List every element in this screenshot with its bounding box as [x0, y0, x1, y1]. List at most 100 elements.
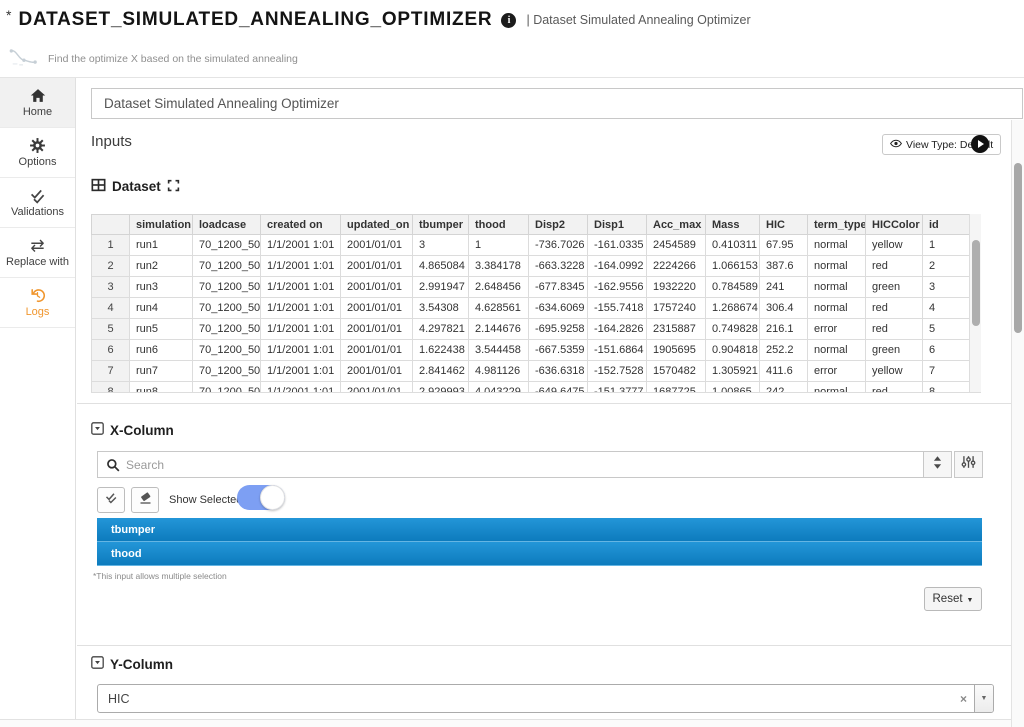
- table-cell: 2.929993: [413, 382, 469, 394]
- column-header[interactable]: HIC: [760, 215, 808, 235]
- table-cell: run5: [130, 319, 193, 340]
- collapse-caret-icon[interactable]: [91, 656, 104, 672]
- column-header[interactable]: Disp2: [529, 215, 588, 235]
- column-header[interactable]: Mass: [706, 215, 760, 235]
- table-cell: -695.9258: [529, 319, 588, 340]
- dataset-table: simulationloadcasecreated onupdated_ontb…: [91, 214, 970, 393]
- column-header[interactable]: id: [923, 215, 970, 235]
- column-header[interactable]: updated_on: [341, 215, 413, 235]
- table-cell: -151.6864: [588, 340, 647, 361]
- column-header[interactable]: thood: [469, 215, 529, 235]
- table-cell: 1687725: [647, 382, 706, 394]
- sidebar-item-logs[interactable]: Logs: [0, 278, 75, 328]
- table-row[interactable]: 3run370_1200_501/1/2001 1:012001/01/012.…: [92, 277, 970, 298]
- section-divider: [77, 403, 1011, 404]
- table-cell: 1/1/2001 1:01: [261, 340, 341, 361]
- sidebar-item-replace-with[interactable]: ⇄ Replace with: [0, 228, 75, 278]
- history-icon: [29, 287, 46, 304]
- table-cell: yellow: [866, 361, 923, 382]
- table-cell: 3.54308: [413, 298, 469, 319]
- table-row[interactable]: 8run870_1200_501/1/2001 1:012001/01/012.…: [92, 382, 970, 394]
- multi-selection-note: *This input allows multiple selection: [93, 571, 227, 581]
- description-row: Find the optimize X based on the simulat…: [9, 46, 298, 72]
- column-header[interactable]: HICColor: [866, 215, 923, 235]
- column-header[interactable]: Acc_max: [647, 215, 706, 235]
- page-scrollbar[interactable]: [1011, 120, 1024, 727]
- table-row[interactable]: 4run470_1200_501/1/2001 1:012001/01/013.…: [92, 298, 970, 319]
- column-header[interactable]: simulation: [130, 215, 193, 235]
- row-number-cell: 1: [92, 235, 130, 256]
- column-header[interactable]: Disp1: [588, 215, 647, 235]
- table-cell: 2001/01/01: [341, 277, 413, 298]
- table-cell: 70_1200_50: [193, 361, 261, 382]
- y-column-select[interactable]: HIC × ▼: [97, 684, 994, 713]
- table-cell: 2224266: [647, 256, 706, 277]
- column-header[interactable]: tbumper: [413, 215, 469, 235]
- table-cell: 387.6: [760, 256, 808, 277]
- table-cell: green: [866, 277, 923, 298]
- table-cell: -736.7026: [529, 235, 588, 256]
- table-cell: normal: [808, 382, 866, 394]
- x-column-section-title: X-Column: [110, 423, 174, 438]
- table-cell: 2001/01/01: [341, 382, 413, 394]
- sidebar-item-options[interactable]: Options: [0, 128, 75, 178]
- unsaved-asterisk: *: [6, 7, 11, 23]
- sort-button[interactable]: [923, 451, 952, 478]
- page-scrollbar-thumb[interactable]: [1014, 163, 1022, 333]
- column-header[interactable]: term_type: [808, 215, 866, 235]
- clear-x-icon[interactable]: ×: [953, 692, 974, 706]
- table-cell: 411.6: [760, 361, 808, 382]
- table-cell: 6: [923, 340, 970, 361]
- table-scrollbar[interactable]: [969, 214, 981, 392]
- column-header[interactable]: [92, 215, 130, 235]
- sidebar-item-validations[interactable]: Validations: [0, 178, 75, 228]
- table-row[interactable]: 7run770_1200_501/1/2001 1:012001/01/012.…: [92, 361, 970, 382]
- show-selected-label: Show Selected: [169, 494, 242, 506]
- gear-icon: [29, 137, 46, 154]
- table-cell: 0.410311: [706, 235, 760, 256]
- select-all-button[interactable]: [97, 487, 125, 513]
- table-row[interactable]: 5run570_1200_501/1/2001 1:012001/01/014.…: [92, 319, 970, 340]
- info-icon[interactable]: i: [501, 13, 516, 28]
- table-row[interactable]: 1run170_1200_501/1/2001 1:012001/01/0131…: [92, 235, 970, 256]
- expand-icon[interactable]: [167, 179, 180, 195]
- row-number-cell: 8: [92, 382, 130, 394]
- optimizer-name-field[interactable]: Dataset Simulated Annealing Optimizer: [91, 88, 1023, 119]
- selected-item-thood[interactable]: thood: [97, 542, 982, 566]
- collapse-caret-icon[interactable]: [91, 422, 104, 438]
- clear-selection-button[interactable]: [131, 487, 159, 513]
- search-icon: [106, 458, 120, 472]
- table-row[interactable]: 6run670_1200_501/1/2001 1:012001/01/011.…: [92, 340, 970, 361]
- run-button[interactable]: [971, 135, 989, 153]
- table-cell: 1/1/2001 1:01: [261, 319, 341, 340]
- table-row[interactable]: 2run270_1200_501/1/2001 1:012001/01/014.…: [92, 256, 970, 277]
- app-window: * DATASET_SIMULATED_ANNEALING_OPTIMIZER …: [0, 0, 1024, 727]
- selected-item-tbumper[interactable]: tbumper: [97, 518, 982, 542]
- table-cell: -161.0335: [588, 235, 647, 256]
- table-cell: normal: [808, 256, 866, 277]
- table-cell: 7: [923, 361, 970, 382]
- table-cell: 306.4: [760, 298, 808, 319]
- table-cell: 242: [760, 382, 808, 394]
- double-check-icon: [104, 491, 119, 509]
- reset-label: Reset: [933, 593, 963, 605]
- filter-settings-button[interactable]: [954, 451, 983, 478]
- table-cell: 4.043229: [469, 382, 529, 394]
- search-input[interactable]: [126, 458, 923, 472]
- sidebar-item-home[interactable]: Home: [0, 78, 75, 128]
- table-cell: normal: [808, 340, 866, 361]
- table-cell: 2.841462: [413, 361, 469, 382]
- inputs-section-label: Inputs: [91, 133, 132, 150]
- table-cell: 1.268674: [706, 298, 760, 319]
- dropdown-arrow[interactable]: ▼: [974, 685, 993, 712]
- table-cell: error: [808, 319, 866, 340]
- table-cell: -164.0992: [588, 256, 647, 277]
- show-selected-toggle[interactable]: [237, 485, 285, 510]
- column-header[interactable]: loadcase: [193, 215, 261, 235]
- y-column-section-title: Y-Column: [110, 657, 173, 672]
- reset-button[interactable]: Reset ▼: [924, 587, 982, 611]
- column-header[interactable]: created on: [261, 215, 341, 235]
- table-cell: 70_1200_50: [193, 256, 261, 277]
- table-cell: -162.9556: [588, 277, 647, 298]
- table-scrollbar-thumb[interactable]: [972, 240, 980, 326]
